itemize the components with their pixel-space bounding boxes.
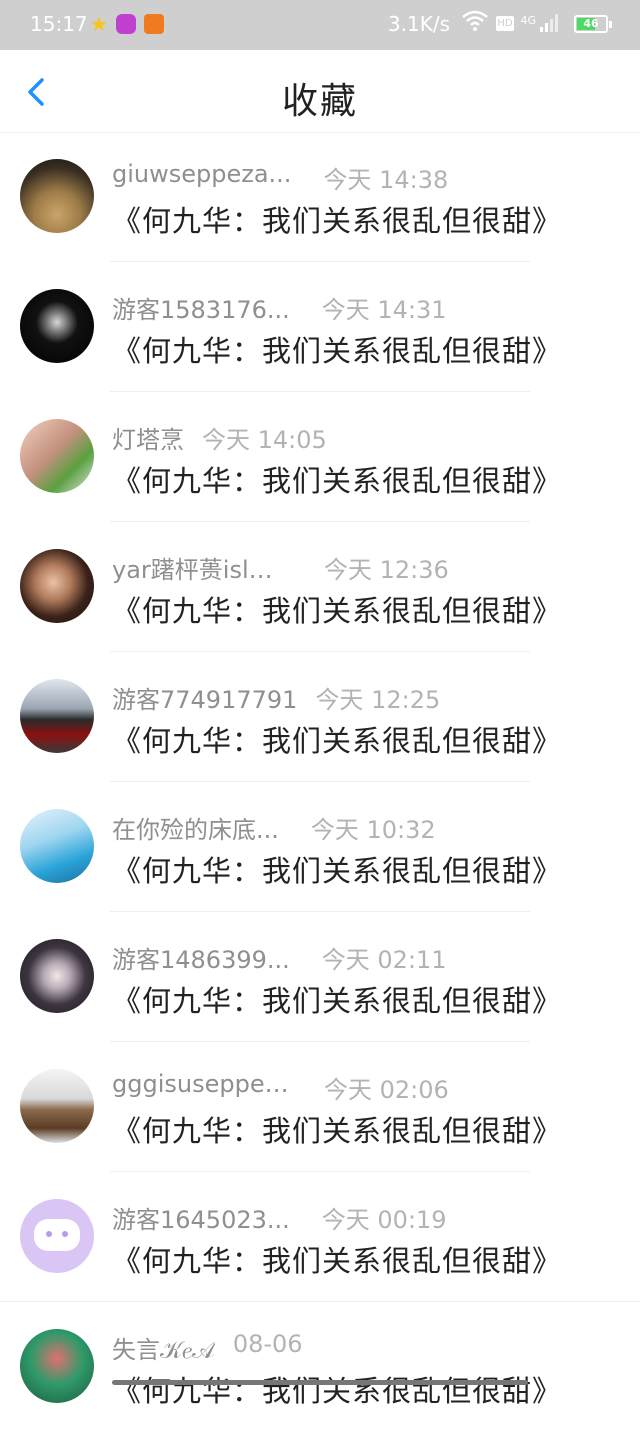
timestamp: 今天 12:25 (315, 686, 441, 714)
username[interactable]: giuwseppeza... (112, 160, 291, 188)
timestamp: 08-06 (232, 1330, 303, 1358)
chat-bubble-icon (34, 1219, 80, 1251)
username[interactable]: 游客774917791 (112, 680, 297, 715)
status-time: 15:17 (30, 12, 88, 36)
avatar[interactable] (20, 549, 94, 623)
list-item[interactable]: giuwseppeza... 今天 14:38 《何九华：我们关系很乱但很甜》 (0, 132, 640, 262)
username[interactable]: 在你殓的床底... (112, 810, 279, 845)
favorite-title[interactable]: 《何九华：我们关系很乱但很甜》 (112, 198, 562, 240)
app-notification-icon (116, 14, 136, 34)
wifi-icon (462, 10, 488, 38)
list-item[interactable]: 游客1583176... 今天 14:31 《何九华：我们关系很乱但很甜》 (0, 262, 640, 392)
favorites-list: giuwseppeza... 今天 14:38 《何九华：我们关系很乱但很甜》 游… (0, 132, 640, 1432)
timestamp: 今天 14:38 (323, 166, 449, 194)
timestamp: 今天 14:31 (321, 296, 447, 324)
timestamp: 今天 02:06 (324, 1076, 449, 1104)
favorite-title[interactable]: 《何九华：我们关系很乱但很甜》 (112, 1238, 562, 1280)
header-bar: 收藏 (0, 50, 640, 133)
list-item[interactable]: 在你殓的床底... 今天 10:32 《何九华：我们关系很乱但很甜》 (0, 782, 640, 912)
username[interactable]: 游客1486399... (112, 940, 290, 975)
timestamp: 今天 02:11 (321, 946, 447, 974)
favorite-title[interactable]: 《何九华：我们关系很乱但很甜》 (112, 1108, 562, 1150)
username[interactable]: 游客1645023... (112, 1200, 290, 1235)
avatar[interactable] (20, 679, 94, 753)
username[interactable]: gggisuseppez... (112, 1070, 292, 1098)
network-type: 4G (520, 14, 536, 27)
status-bar: 15:17 ★ 3.1K/s HD 4G 46 (0, 0, 640, 50)
avatar[interactable] (20, 419, 94, 493)
battery-icon: 46 (574, 15, 612, 33)
list-item[interactable]: yar躇枰蒉isl致... 今天 12:36 《何九华：我们关系很乱但很甜》 (0, 522, 640, 652)
network-speed: 3.1K/s (387, 12, 450, 36)
signal-icon (540, 14, 562, 32)
list-item[interactable]: 游客1486399... 今天 02:11 《何九华：我们关系很乱但很甜》 (0, 912, 640, 1042)
hd-icon: HD (496, 16, 514, 31)
avatar[interactable] (20, 809, 94, 883)
page-title: 收藏 (281, 81, 358, 122)
favorite-title[interactable]: 《何九华：我们关系很乱但很甜》 (112, 328, 562, 370)
favorite-title[interactable]: 《何九华：我们关系很乱但很甜》 (112, 1368, 562, 1410)
favorite-title[interactable]: 《何九华：我们关系很乱但很甜》 (112, 588, 562, 630)
avatar[interactable] (20, 1329, 94, 1403)
timestamp: 今天 10:32 (310, 816, 436, 844)
list-item[interactable]: 灯塔烹 今天 14:05 《何九华：我们关系很乱但很甜》 (0, 392, 640, 522)
username[interactable]: 失言𝒦𝑒𝒜 (112, 1330, 215, 1365)
avatar[interactable] (20, 939, 94, 1013)
avatar[interactable] (20, 159, 94, 233)
avatar[interactable] (20, 289, 94, 363)
favorite-title[interactable]: 《何九华：我们关系很乱但很甜》 (112, 978, 562, 1020)
timestamp: 今天 12:36 (324, 556, 449, 584)
battery-level: 46 (583, 17, 599, 30)
gesture-bar[interactable] (112, 1380, 528, 1385)
favorite-title[interactable]: 《何九华：我们关系很乱但很甜》 (112, 848, 562, 890)
username[interactable]: 游客1583176... (112, 290, 290, 325)
star-icon: ★ (90, 12, 108, 36)
list-item[interactable]: 游客774917791 今天 12:25 《何九华：我们关系很乱但很甜》 (0, 652, 640, 782)
avatar[interactable] (20, 1199, 94, 1273)
app-notification-icon (144, 14, 164, 34)
list-item[interactable]: 游客1645023... 今天 00:19 《何九华：我们关系很乱但很甜》 (0, 1172, 640, 1302)
timestamp: 今天 00:19 (321, 1206, 447, 1234)
list-item[interactable]: gggisuseppez... 今天 02:06 《何九华：我们关系很乱但很甜》 (0, 1042, 640, 1172)
favorite-title[interactable]: 《何九华：我们关系很乱但很甜》 (112, 458, 562, 500)
username[interactable]: yar躇枰蒉isl致... (112, 550, 292, 585)
avatar[interactable] (20, 1069, 94, 1143)
favorite-title[interactable]: 《何九华：我们关系很乱但很甜》 (112, 718, 562, 760)
timestamp: 今天 14:05 (202, 426, 327, 454)
list-item[interactable]: 失言𝒦𝑒𝒜 08-06 《何九华：我们关系很乱但很甜》 (0, 1302, 640, 1432)
username[interactable]: 灯塔烹 (112, 420, 184, 455)
